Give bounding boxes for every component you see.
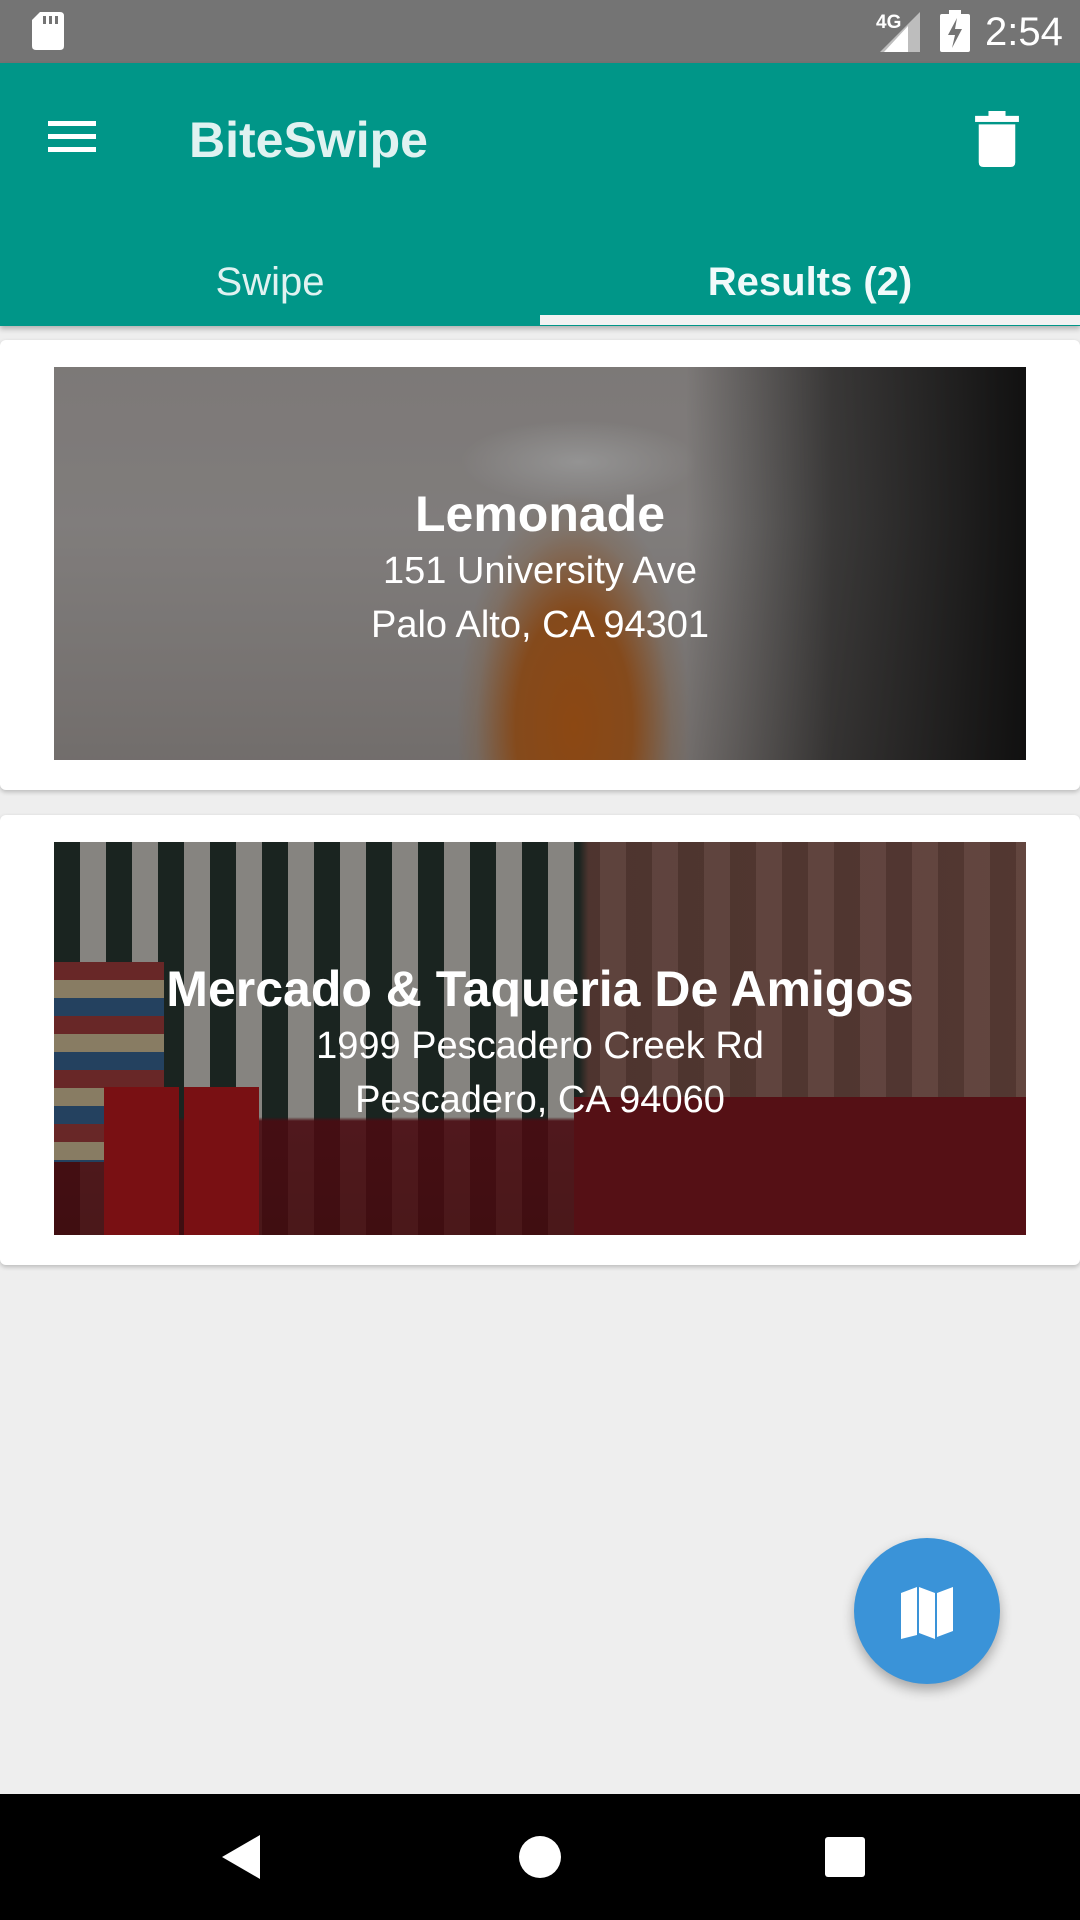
system-nav-bar [0,1794,1080,1920]
restaurant-name: Mercado & Taqueria De Amigos [166,961,914,1017]
tab-results-label: Results (2) [707,260,913,304]
home-icon[interactable] [510,1827,570,1887]
restaurant-name: Lemonade [414,486,666,542]
tab-results[interactable]: Results (2) [540,238,1080,326]
restaurant-address-line1: 1999 Pescadero Creek Rd [316,1025,764,1067]
status-clock: 2:54 [985,10,1063,54]
tab-swipe[interactable]: Swipe [0,238,540,326]
restaurant-address-line2: Palo Alto, CA 94301 [370,604,710,646]
battery-charging-icon [940,10,970,52]
status-bar: 4G 2:54 [0,0,1080,63]
signal-icon [880,12,920,52]
result-card-image[interactable]: Lemonade 151 University Ave Palo Alto, C… [54,367,1026,760]
sd-card-icon [32,12,64,50]
app-bar: BiteSwipe Swipe Results (2) [0,63,1080,326]
app-title: BiteSwipe [189,112,428,168]
tab-swipe-label: Swipe [215,260,325,304]
map-icon [901,1587,953,1639]
map-fab-button[interactable] [854,1538,1000,1684]
hamburger-menu-icon[interactable] [44,113,100,169]
back-icon[interactable] [210,1827,270,1887]
result-card-text: Lemonade 151 University Ave Palo Alto, C… [54,367,1026,760]
result-card-image[interactable]: Mercado & Taqueria De Amigos 1999 Pescad… [54,842,1026,1235]
result-card-text: Mercado & Taqueria De Amigos 1999 Pescad… [54,842,1026,1235]
tab-selected-indicator [540,315,1080,325]
restaurant-address-line1: 151 University Ave [382,550,698,592]
trash-icon[interactable] [972,111,1022,167]
restaurant-address-line2: Pescadero, CA 94060 [355,1079,725,1121]
result-card: Lemonade 151 University Ave Palo Alto, C… [0,340,1080,790]
result-card: Mercado & Taqueria De Amigos 1999 Pescad… [0,815,1080,1265]
recents-icon[interactable] [815,1827,875,1887]
